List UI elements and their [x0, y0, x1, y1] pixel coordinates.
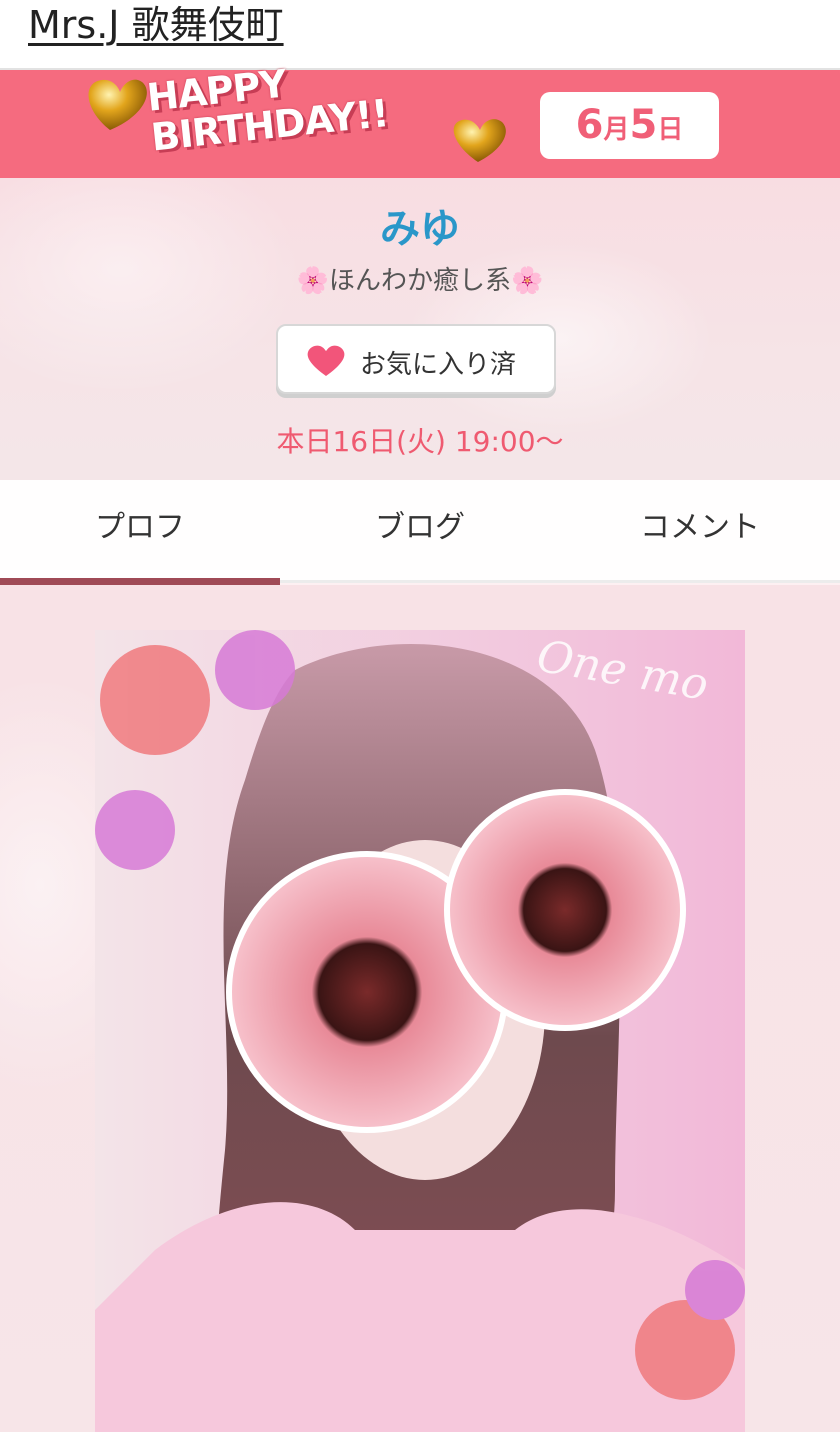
cherry-blossom-icon: 🌸 [296, 266, 329, 296]
date-month-unit: 月 [603, 115, 630, 145]
tab-profile[interactable]: プロフ [0, 480, 280, 580]
site-title-link[interactable]: Mrs.J 歌舞伎町 [28, 2, 284, 48]
profile-photo[interactable]: One mo [95, 630, 745, 1432]
catchphrase-text: ほんわか癒し系 [328, 266, 511, 296]
tab-blog[interactable]: ブログ [280, 480, 560, 580]
birthday-banner: HAPPY BIRTHDAY!! 6月5日 [0, 61, 840, 178]
tab-comment[interactable]: コメント [560, 480, 840, 580]
date-day: 5 [629, 102, 658, 148]
favorite-button-label: お気に入り済 [360, 350, 517, 380]
profile-name: みゆ [380, 206, 460, 252]
birthday-date-badge: 6月5日 [540, 92, 719, 159]
active-tab-indicator [0, 578, 280, 585]
profile-catchphrase: 🌸ほんわか癒し系🌸 [0, 260, 840, 297]
tab-divider [280, 580, 840, 583]
date-day-unit: 日 [657, 115, 684, 145]
cherry-blossom-icon: 🌸 [511, 266, 544, 296]
date-month: 6 [575, 102, 604, 148]
favorite-button[interactable]: お気に入り済 [276, 324, 556, 394]
schedule-text: 本日16日(火) 19:00〜 [276, 425, 564, 458]
profile-tabs: プロフ ブログ コメント [0, 480, 840, 580]
top-bar: Mrs.J 歌舞伎町 [0, 0, 840, 70]
heart-icon [307, 345, 345, 376]
